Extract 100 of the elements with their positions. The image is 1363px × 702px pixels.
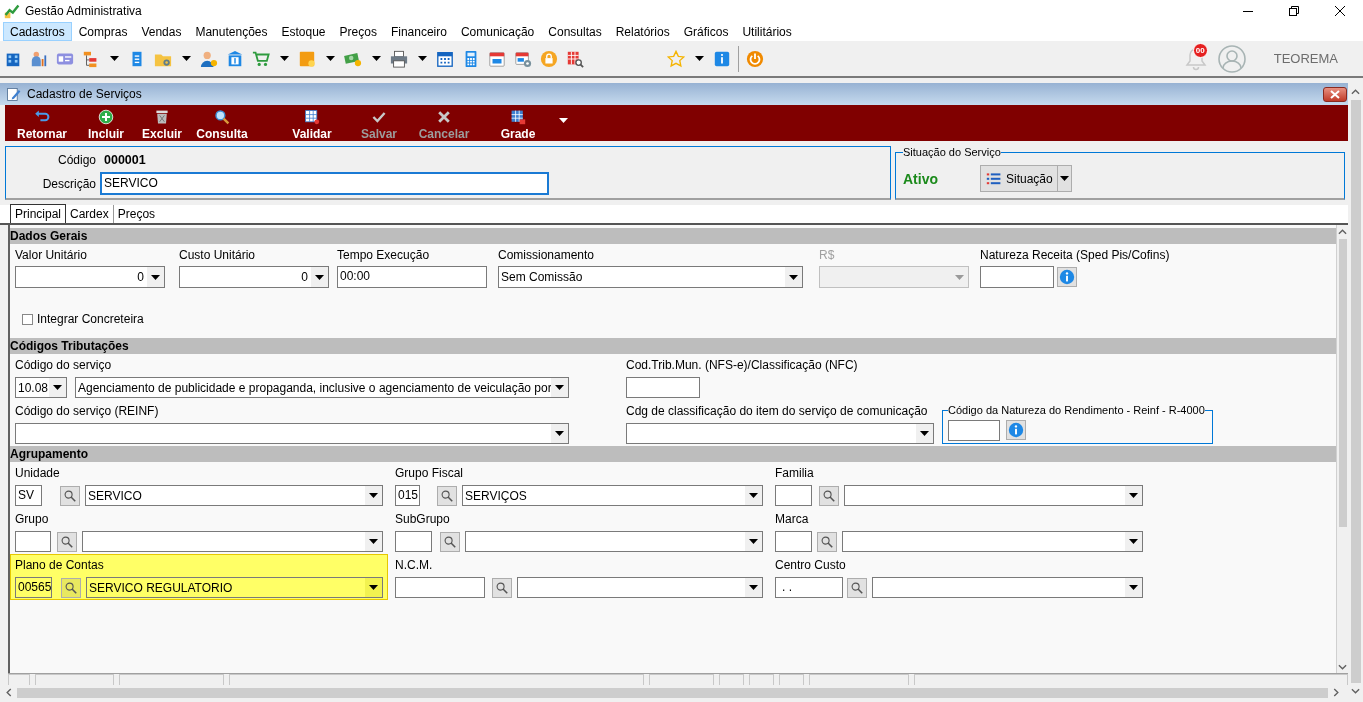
- caret-icon[interactable]: [559, 117, 568, 123]
- power-icon[interactable]: [746, 49, 764, 68]
- info-icon[interactable]: [713, 49, 731, 68]
- caret-icon[interactable]: [109, 56, 119, 61]
- grid-search-icon[interactable]: [566, 49, 584, 68]
- dropdown[interactable]: Sem Comissão: [498, 266, 803, 288]
- search-button[interactable]: [440, 531, 460, 552]
- dropdown[interactable]: 0: [179, 266, 329, 288]
- vertical-scrollbar[interactable]: [1336, 225, 1348, 673]
- checkbox[interactable]: [22, 313, 33, 325]
- person-coin-icon[interactable]: [200, 49, 218, 68]
- code-field[interactable]: [775, 531, 812, 552]
- search-icon: [495, 580, 509, 595]
- dropdown[interactable]: [15, 423, 569, 444]
- bank-icon[interactable]: [226, 49, 244, 68]
- dropdown[interactable]: Agenciamento de publicidade e propaganda, inclusive o agenciamento de veiculação por: [75, 377, 569, 398]
- close-button[interactable]: [1323, 86, 1347, 102]
- edit-document-icon: [6, 86, 22, 102]
- toolbar-button[interactable]: Grade: [488, 105, 548, 141]
- menu-item[interactable]: Estoque: [274, 22, 333, 41]
- scrollbar-thumb[interactable]: [17, 687, 1328, 698]
- code-field[interactable]: [775, 485, 812, 506]
- search-button[interactable]: [847, 577, 867, 598]
- printer-icon[interactable]: [390, 49, 408, 68]
- check-icon: [371, 109, 387, 125]
- description-field[interactable]: SERVICO: [100, 172, 549, 195]
- field-label: Centro Custo: [775, 558, 847, 572]
- code-field[interactable]: [15, 531, 51, 552]
- calendar-icon[interactable]: [488, 49, 506, 68]
- restore-icon[interactable]: [1289, 6, 1299, 16]
- menu-item[interactable]: Financeiro: [383, 22, 454, 41]
- group-title: Código da Natureza do Rendimento - Reinf - R-4000: [948, 404, 1205, 417]
- cart-icon[interactable]: [252, 49, 270, 68]
- menu-item[interactable]: Consultas: [541, 22, 609, 41]
- tab[interactable]: Cardex: [66, 205, 113, 223]
- info-button[interactable]: [1006, 420, 1026, 440]
- dropdown[interactable]: [82, 531, 383, 552]
- scrollbar-thumb[interactable]: [1350, 100, 1361, 683]
- dropdown[interactable]: [872, 577, 1143, 598]
- caret-icon[interactable]: [694, 56, 704, 61]
- search-icon: [443, 534, 457, 549]
- caret-icon[interactable]: [279, 56, 289, 61]
- dropdown[interactable]: [465, 531, 763, 552]
- scrollbar-thumb[interactable]: [1338, 239, 1347, 527]
- close-icon[interactable]: [1335, 6, 1345, 16]
- people-chart-icon[interactable]: [30, 49, 48, 68]
- tab[interactable]: Preços: [112, 205, 160, 223]
- code-field[interactable]: 00565: [15, 577, 52, 598]
- grid-icon: [510, 109, 526, 125]
- dropdown[interactable]: 0: [15, 266, 165, 288]
- input-field[interactable]: [626, 377, 700, 398]
- caret-icon[interactable]: [371, 56, 381, 61]
- search-button[interactable]: [60, 485, 80, 506]
- menu-item[interactable]: Vendas: [134, 22, 189, 41]
- caret-icon[interactable]: [181, 56, 191, 61]
- dropdown[interactable]: SERVICO REGULATORIO: [86, 577, 383, 598]
- menu-item[interactable]: Relatórios: [608, 22, 677, 41]
- caret-icon: [749, 493, 758, 498]
- field-label: Custo Unitário: [179, 248, 257, 262]
- calendar-gear-icon[interactable]: [514, 49, 532, 68]
- search-button[interactable]: [437, 485, 457, 506]
- dropdown[interactable]: [517, 577, 763, 598]
- dropdown[interactable]: [842, 531, 1143, 552]
- search-button[interactable]: [492, 577, 512, 598]
- input-field[interactable]: [948, 419, 1000, 441]
- input-field[interactable]: 00:00: [337, 266, 487, 288]
- status-button[interactable]: Situação: [980, 165, 1058, 192]
- dropdown[interactable]: [626, 423, 934, 444]
- calendar-grid-icon[interactable]: [436, 49, 454, 68]
- menu-item[interactable]: Utilitários: [735, 22, 799, 41]
- input-field[interactable]: [980, 266, 1054, 288]
- toolbar-button[interactable]: Validar: [282, 105, 342, 141]
- caret-icon[interactable]: [325, 56, 335, 61]
- menu-item[interactable]: Cadastros: [3, 22, 72, 41]
- code-field[interactable]: [395, 577, 485, 598]
- code-field[interactable]: . .: [775, 577, 843, 598]
- menu-item[interactable]: Compras: [71, 22, 135, 41]
- caret-icon[interactable]: [417, 56, 427, 61]
- star-icon[interactable]: [667, 49, 685, 68]
- caret-icon[interactable]: [1059, 176, 1069, 181]
- search-button[interactable]: [819, 485, 839, 506]
- menu-item[interactable]: Manutenções: [188, 22, 275, 41]
- menu-item[interactable]: Preços: [332, 22, 384, 41]
- info-button[interactable]: [1057, 267, 1077, 287]
- search-button[interactable]: [57, 531, 77, 552]
- code-field[interactable]: [395, 531, 432, 552]
- tab[interactable]: Principal: [10, 204, 67, 223]
- field-label: Natureza Receita (Sped Pis/Cofins): [980, 248, 1170, 262]
- toolbar-button[interactable]: Retornar: [12, 105, 72, 141]
- dropdown[interactable]: SERVIÇOS: [462, 485, 763, 506]
- code-field[interactable]: 015: [395, 485, 420, 506]
- toolbar-button[interactable]: Consulta: [192, 105, 252, 141]
- code-field[interactable]: SV: [15, 485, 42, 506]
- menu-item[interactable]: Comunicação: [453, 22, 542, 41]
- dropdown[interactable]: 10.08: [15, 377, 67, 398]
- menu-item[interactable]: Gráficos: [676, 22, 736, 41]
- search-button[interactable]: [817, 531, 837, 552]
- dropdown[interactable]: SERVICO: [85, 485, 383, 506]
- dropdown[interactable]: [844, 485, 1143, 506]
- search-button[interactable]: [61, 577, 81, 598]
